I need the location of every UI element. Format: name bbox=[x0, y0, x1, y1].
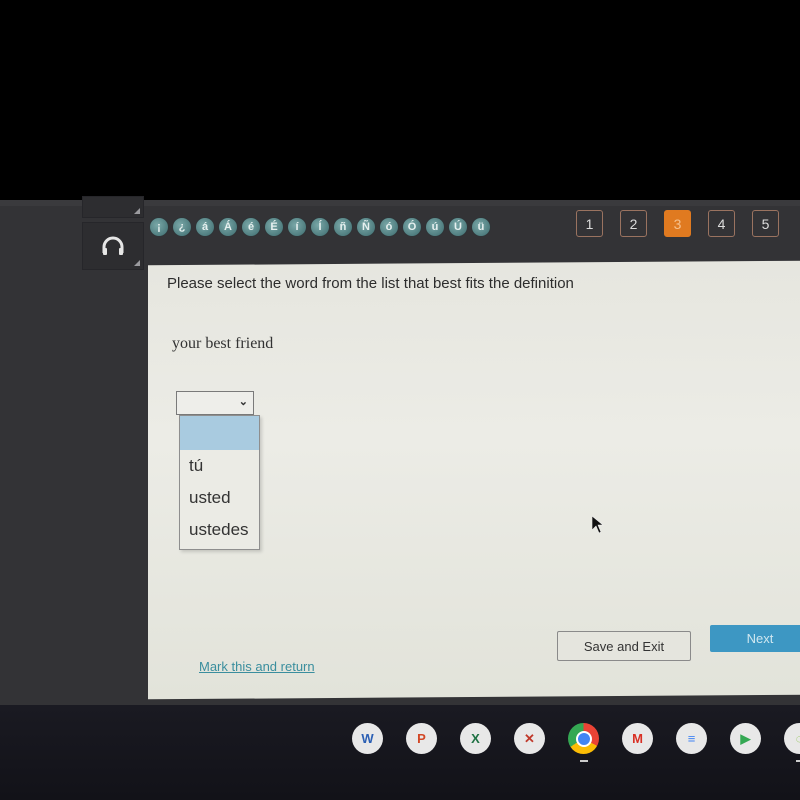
page-button-2[interactable]: 2 bbox=[620, 210, 647, 237]
resize-corner-icon bbox=[134, 208, 140, 214]
mark-and-return-link[interactable]: Mark this and return bbox=[199, 659, 315, 674]
accent-button[interactable]: ñ bbox=[334, 218, 352, 236]
docs-glyph: ≡ bbox=[687, 731, 696, 746]
mouse-cursor-icon bbox=[592, 516, 604, 534]
accent-button[interactable]: Ó bbox=[403, 218, 421, 236]
accent-character-bar: ¡ ¿ á Á é É í Í ñ Ñ ó Ó ú Ú ü bbox=[150, 218, 490, 238]
word-app-icon[interactable]: W bbox=[352, 723, 383, 754]
accent-button[interactable]: É bbox=[265, 218, 283, 236]
docs-app-icon[interactable]: ≡ bbox=[676, 723, 707, 754]
chevron-down-icon: ⌄ bbox=[238, 396, 248, 408]
accent-button[interactable]: ü bbox=[472, 218, 490, 236]
powerpoint-glyph: P bbox=[417, 731, 426, 746]
accent-button[interactable]: é bbox=[242, 218, 260, 236]
audio-button[interactable] bbox=[82, 222, 144, 270]
headphones-icon bbox=[102, 236, 124, 255]
accent-button[interactable]: Ñ bbox=[357, 218, 375, 236]
accent-button[interactable]: ¿ bbox=[173, 218, 191, 236]
running-indicator bbox=[579, 760, 588, 762]
page-button-3-current[interactable]: 3 bbox=[664, 210, 691, 237]
question-prompt: Please select the word from the list tha… bbox=[167, 275, 574, 292]
gmail-glyph: M bbox=[632, 731, 643, 746]
answer-dropdown-list: tú usted ustedes bbox=[179, 415, 260, 550]
gmail-app-icon[interactable]: M bbox=[622, 723, 653, 754]
page-button-4[interactable]: 4 bbox=[708, 210, 735, 237]
question-pager: 1 2 3 4 5 bbox=[576, 210, 779, 237]
word-glyph: W bbox=[361, 731, 374, 746]
x-glyph: ✕ bbox=[524, 730, 535, 746]
chrome-app-icon[interactable] bbox=[568, 723, 599, 762]
partial-glyph: ◌ bbox=[795, 731, 800, 746]
dropdown-option-blank[interactable] bbox=[180, 416, 259, 450]
accent-button[interactable]: ó bbox=[380, 218, 398, 236]
accent-button[interactable]: Ú bbox=[449, 218, 467, 236]
x-app-icon[interactable]: ✕ bbox=[514, 723, 545, 754]
play-store-app-icon[interactable]: ▶ bbox=[730, 723, 761, 754]
excel-glyph: X bbox=[471, 731, 480, 746]
accent-button[interactable]: í bbox=[288, 218, 306, 236]
accent-button[interactable]: á bbox=[196, 218, 214, 236]
play-glyph: ▶ bbox=[740, 730, 751, 746]
page-button-5[interactable]: 5 bbox=[752, 210, 779, 237]
save-and-exit-button[interactable]: Save and Exit bbox=[557, 631, 691, 661]
dropdown-option[interactable]: usted bbox=[180, 482, 259, 514]
resize-corner-icon bbox=[134, 260, 140, 266]
accent-button[interactable]: Í bbox=[311, 218, 329, 236]
answer-select[interactable]: ⌄ bbox=[176, 391, 254, 415]
dropdown-option[interactable]: tú bbox=[180, 450, 259, 482]
accent-button[interactable]: ú bbox=[426, 218, 444, 236]
page-button-1[interactable]: 1 bbox=[576, 210, 603, 237]
definition-text: your best friend bbox=[172, 335, 274, 352]
next-button[interactable]: Next bbox=[710, 625, 800, 652]
accent-button[interactable]: ¡ bbox=[150, 218, 168, 236]
running-indicator bbox=[795, 760, 800, 762]
app-dock: W P X ✕ M ≡ ▶ ◌ bbox=[352, 723, 800, 762]
side-panel-top[interactable] bbox=[82, 196, 144, 218]
excel-app-icon[interactable]: X bbox=[460, 723, 491, 754]
dropdown-option[interactable]: ustedes bbox=[180, 514, 259, 546]
powerpoint-app-icon[interactable]: P bbox=[406, 723, 437, 754]
chrome-center bbox=[575, 730, 592, 747]
partial-app-icon[interactable]: ◌ bbox=[784, 723, 800, 762]
accent-button[interactable]: Á bbox=[219, 218, 237, 236]
